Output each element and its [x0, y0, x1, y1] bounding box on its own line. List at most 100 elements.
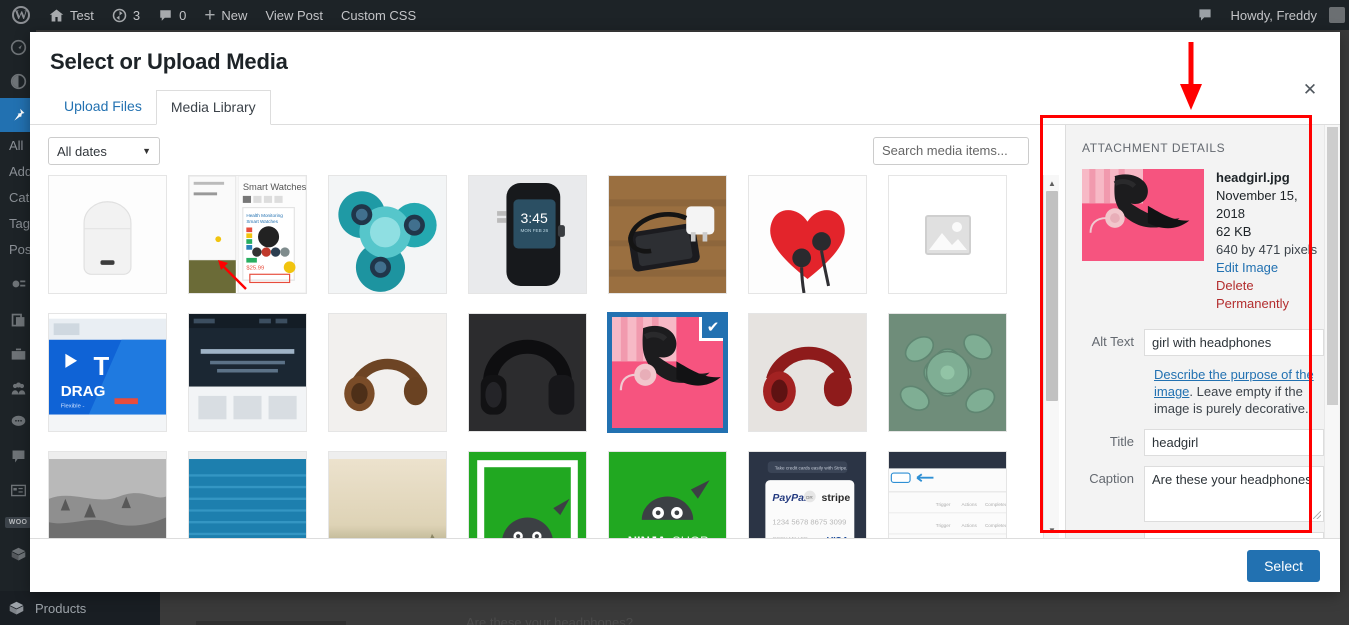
media-item-table-screenshot[interactable]: Trigger Actions Completed Runs Trigger A…: [888, 451, 1007, 538]
scrollbar-thumb[interactable]: [1046, 191, 1058, 401]
media-modal: Select or Upload Media ✕ Upload Files Me…: [30, 32, 1340, 592]
media-item-smart-watches-screenshot[interactable]: Smart Watches Health Monitoring Smart Wa…: [188, 175, 307, 294]
details-scrollbar[interactable]: [1324, 125, 1339, 538]
title-field-row: Title headgirl: [1082, 429, 1324, 456]
media-item-ninja-icon-green[interactable]: [468, 451, 587, 538]
media-item-airpods-case[interactable]: [48, 175, 167, 294]
attachment-dimensions: 640 by 471 pixels: [1216, 242, 1318, 257]
media-item-succulent[interactable]: [888, 313, 1007, 432]
resize-handle-icon[interactable]: [1313, 511, 1321, 519]
svg-text:Trigger: Trigger: [936, 502, 951, 507]
attachment-metadata: headgirl.jpg November 15, 2018 62 KB 640…: [1216, 169, 1324, 313]
thumbnail-artwork: Smart Watches Health Monitoring Smart Wa…: [189, 176, 306, 293]
svg-text:Trigger: Trigger: [936, 523, 951, 528]
pin-icon: [13, 108, 24, 121]
svg-text:Completed Runs: Completed Runs: [985, 523, 1006, 528]
caption-value: Are these your headphones: [1152, 472, 1312, 487]
adminbar-item-custom-css[interactable]: Custom CSS: [332, 0, 425, 30]
media-item-placeholder-image[interactable]: [888, 175, 1007, 294]
media-item-red-headphones[interactable]: [748, 313, 867, 432]
svg-text:stripe: stripe: [822, 492, 851, 504]
image-placeholder-icon: [889, 176, 1006, 293]
attachment-summary: headgirl.jpg November 15, 2018 62 KB 640…: [1082, 169, 1324, 313]
modal-title: Select or Upload Media: [50, 49, 288, 74]
attachment-thumbnail[interactable]: [1082, 169, 1204, 261]
behind-strip: [196, 621, 346, 625]
svg-text:CORY MILLER: CORY MILLER: [772, 537, 808, 538]
media-item-foggy-forest[interactable]: [48, 451, 167, 538]
svg-text:1234 5678 8675 3099: 1234 5678 8675 3099: [772, 518, 846, 527]
media-item-smartwatch-345[interactable]: 3:45 MON FEB 26: [468, 175, 587, 294]
adminbar-comments-count: 0: [179, 7, 187, 23]
description-textarea[interactable]: Add a fantabulous description to your im…: [1144, 532, 1324, 538]
adminbar-account[interactable]: Howdy, Freddy: [1222, 0, 1349, 30]
media-item-beige-landscape[interactable]: [328, 451, 447, 538]
thumbnail-artwork: [49, 452, 166, 538]
modal-tabs: Upload Files Media Library: [30, 90, 1340, 125]
attachment-details-panel: ATTACHMENT DETAILS headgirl.jpg November…: [1065, 125, 1340, 538]
library-toolbar: All dates ▼ Search media items...: [30, 125, 1065, 175]
media-item-red-heart-earbuds[interactable]: [748, 175, 867, 294]
caption-field-row: Caption Are these your headphones: [1082, 466, 1324, 522]
svg-text:Actions: Actions: [962, 502, 978, 507]
media-item-ocean-waves[interactable]: [188, 451, 307, 538]
attachment-details-heading: ATTACHMENT DETAILS: [1082, 141, 1226, 155]
wordpress-logo-icon[interactable]: W: [0, 0, 40, 30]
adminbar-item-site[interactable]: Test: [40, 0, 103, 30]
media-item-phone-charger[interactable]: [608, 175, 727, 294]
alt-text-label: Alt Text: [1091, 334, 1134, 349]
adminbar-notifications[interactable]: [1188, 0, 1222, 30]
users-icon: [11, 382, 25, 394]
tab-upload-files[interactable]: Upload Files: [50, 90, 156, 125]
adminbar-item-view-post[interactable]: View Post: [256, 0, 332, 30]
svg-text:Smart Watches: Smart Watches: [243, 182, 306, 192]
media-icon: [12, 280, 25, 287]
caption-textarea[interactable]: Are these your headphones: [1144, 466, 1324, 522]
updates-icon: [112, 8, 127, 22]
thumbnail-artwork: [329, 176, 446, 293]
chevron-down-icon: ▼: [142, 146, 151, 156]
media-grid-scrollbar[interactable]: ▲ ▼: [1043, 175, 1059, 538]
details-scrollbar-thumb[interactable]: [1327, 127, 1338, 405]
delete-permanently-link[interactable]: Delete Permanently: [1216, 277, 1324, 313]
adminbar-item-updates[interactable]: 3: [103, 0, 149, 30]
adminbar-item-comments[interactable]: 0: [149, 0, 195, 30]
adminbar-item-new[interactable]: + New: [195, 0, 256, 30]
media-item-ninjashop-banner[interactable]: NINJA SHOP The Quickest Way to Sell on W…: [608, 451, 727, 538]
products-icon: [11, 547, 25, 560]
alt-text-input[interactable]: girl with headphones: [1144, 329, 1324, 356]
thumbnail-artwork: [189, 452, 306, 538]
edit-image-link[interactable]: Edit Image: [1216, 259, 1324, 277]
dashboard-icon: [10, 39, 26, 55]
date-filter-select[interactable]: All dates ▼: [48, 137, 160, 165]
media-item-blue-drag-banner[interactable]: T DRAG Flexible -: [48, 313, 167, 432]
thumbnail-artwork: [329, 314, 446, 431]
thumbnail-artwork: [329, 452, 446, 538]
comment-bubble-icon: [1198, 9, 1211, 21]
media-item-headgirl-selected[interactable]: ✔: [607, 312, 728, 433]
plus-icon: +: [204, 4, 216, 26]
thumbnail-artwork: [609, 176, 726, 293]
title-input[interactable]: headgirl: [1144, 429, 1324, 456]
select-button[interactable]: Select: [1247, 549, 1320, 582]
media-item-fidget-spinner[interactable]: [328, 175, 447, 294]
analytics-icon: [10, 73, 26, 89]
thumbnail-artwork: T DRAG Flexible -: [49, 314, 166, 431]
adminbar-greeting: Howdy, Freddy: [1230, 7, 1317, 23]
adminbar-custom-css-label: Custom CSS: [341, 7, 417, 23]
portfolio-icon: [11, 348, 25, 360]
media-library-panel: All dates ▼ Search media items... Smart …: [30, 125, 1065, 538]
adminbar-new-label: New: [221, 7, 248, 23]
tab-media-library[interactable]: Media Library: [155, 90, 271, 125]
adminbar-site-label: Test: [70, 7, 94, 23]
media-item-black-headphones[interactable]: [468, 313, 587, 432]
scroll-up-icon[interactable]: ▲: [1044, 175, 1060, 191]
search-input[interactable]: Search media items...: [873, 137, 1029, 165]
sidebar-item-products[interactable]: Products: [0, 591, 160, 625]
date-filter-value: All dates: [57, 143, 107, 159]
media-item-dark-theme-screenshot[interactable]: [188, 313, 307, 432]
comment-icon: [160, 9, 171, 21]
scroll-down-icon[interactable]: ▼: [1044, 522, 1060, 538]
media-item-brown-headphones[interactable]: [328, 313, 447, 432]
media-item-paypal-stripe[interactable]: Take credit cards easily with Stripe. Pa…: [748, 451, 867, 538]
